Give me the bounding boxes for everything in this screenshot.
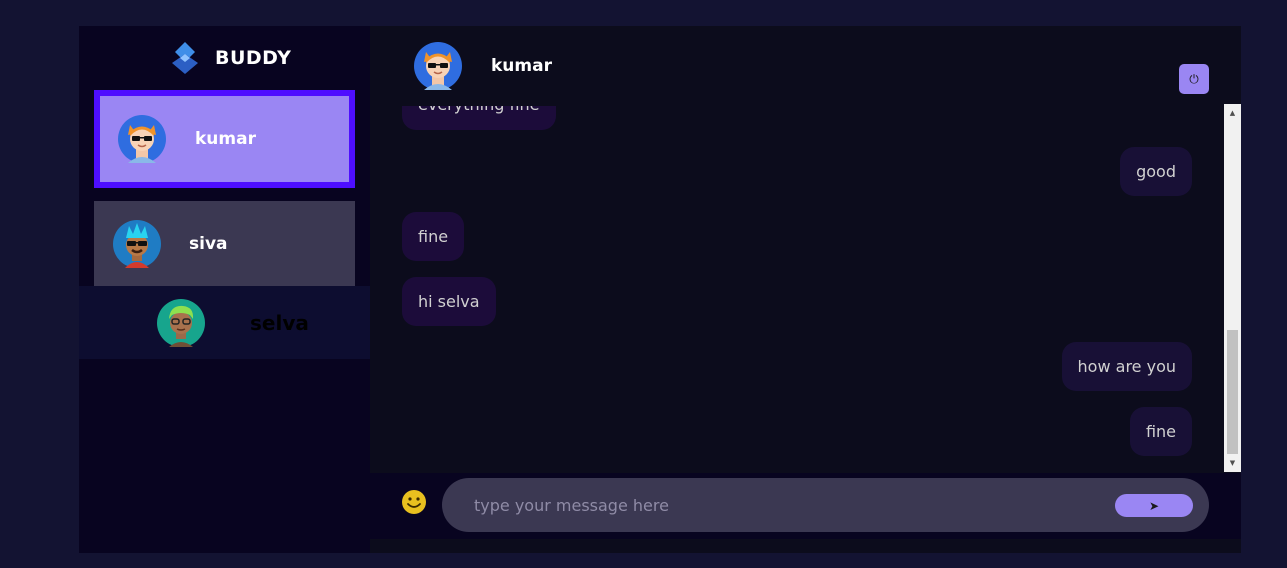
message-text: hi selva	[418, 292, 480, 311]
message-received: fine	[402, 212, 465, 261]
message-composer: ➤	[370, 473, 1241, 539]
message-list: everything fine good fine hi selva how a…	[370, 106, 1241, 473]
brand-logo-icon	[172, 42, 198, 74]
scrollbar-thumb[interactable]	[1227, 330, 1238, 454]
chat-app: BUDDY kumar siva selva kumar ⏻ good fine…	[79, 26, 1241, 553]
chat-header: kumar	[370, 26, 1241, 106]
message-received: everything fine	[402, 106, 556, 130]
avatar	[157, 298, 205, 347]
scroll-down-arrow-icon[interactable]: ▼	[1224, 456, 1241, 470]
contact-item-kumar[interactable]: kumar	[94, 90, 355, 188]
send-icon: ➤	[1148, 498, 1160, 513]
contacts-sidebar: BUDDY kumar siva selva	[79, 26, 370, 553]
brand: BUDDY	[169, 41, 291, 75]
avatar	[118, 115, 166, 163]
avatar-siva-icon	[113, 219, 161, 268]
message-text: good	[1136, 162, 1176, 181]
message-sent: good	[1120, 147, 1192, 196]
brand-name: BUDDY	[215, 47, 292, 69]
logout-button[interactable]: ⏻	[1179, 64, 1209, 94]
message-text: how are you	[1077, 357, 1176, 376]
contact-name: selva	[250, 310, 309, 335]
message-text: everything fine	[418, 106, 540, 114]
chat-panel: kumar ⏻ everything fine good fine hi sel…	[370, 26, 1241, 553]
contact-item-selva[interactable]: selva	[79, 286, 370, 359]
message-sent: how are you	[1061, 342, 1192, 391]
power-icon: ⏻	[1189, 71, 1199, 86]
emoji-picker-icon[interactable]	[401, 489, 427, 515]
avatar-selva-icon	[157, 298, 205, 347]
send-button[interactable]: ➤	[1115, 494, 1193, 517]
avatar-kumar-icon	[414, 42, 462, 90]
message-text: fine	[418, 227, 449, 246]
message-text: fine	[1145, 422, 1176, 441]
message-input[interactable]	[474, 490, 1094, 520]
contact-item-siva[interactable]: siva	[94, 201, 355, 286]
message-input-container: ➤	[442, 478, 1209, 532]
chat-contact-name: kumar	[491, 56, 552, 76]
avatar-kumar-icon	[118, 115, 166, 163]
avatar	[113, 219, 161, 268]
scroll-up-arrow-icon[interactable]: ▲	[1224, 106, 1241, 120]
contact-name: siva	[189, 233, 228, 254]
avatar	[414, 42, 462, 90]
contact-name: kumar	[195, 129, 256, 149]
message-scrollbar[interactable]: ▲ ▼	[1224, 104, 1241, 472]
message-received: hi selva	[402, 277, 496, 326]
message-sent: fine	[1129, 407, 1192, 456]
